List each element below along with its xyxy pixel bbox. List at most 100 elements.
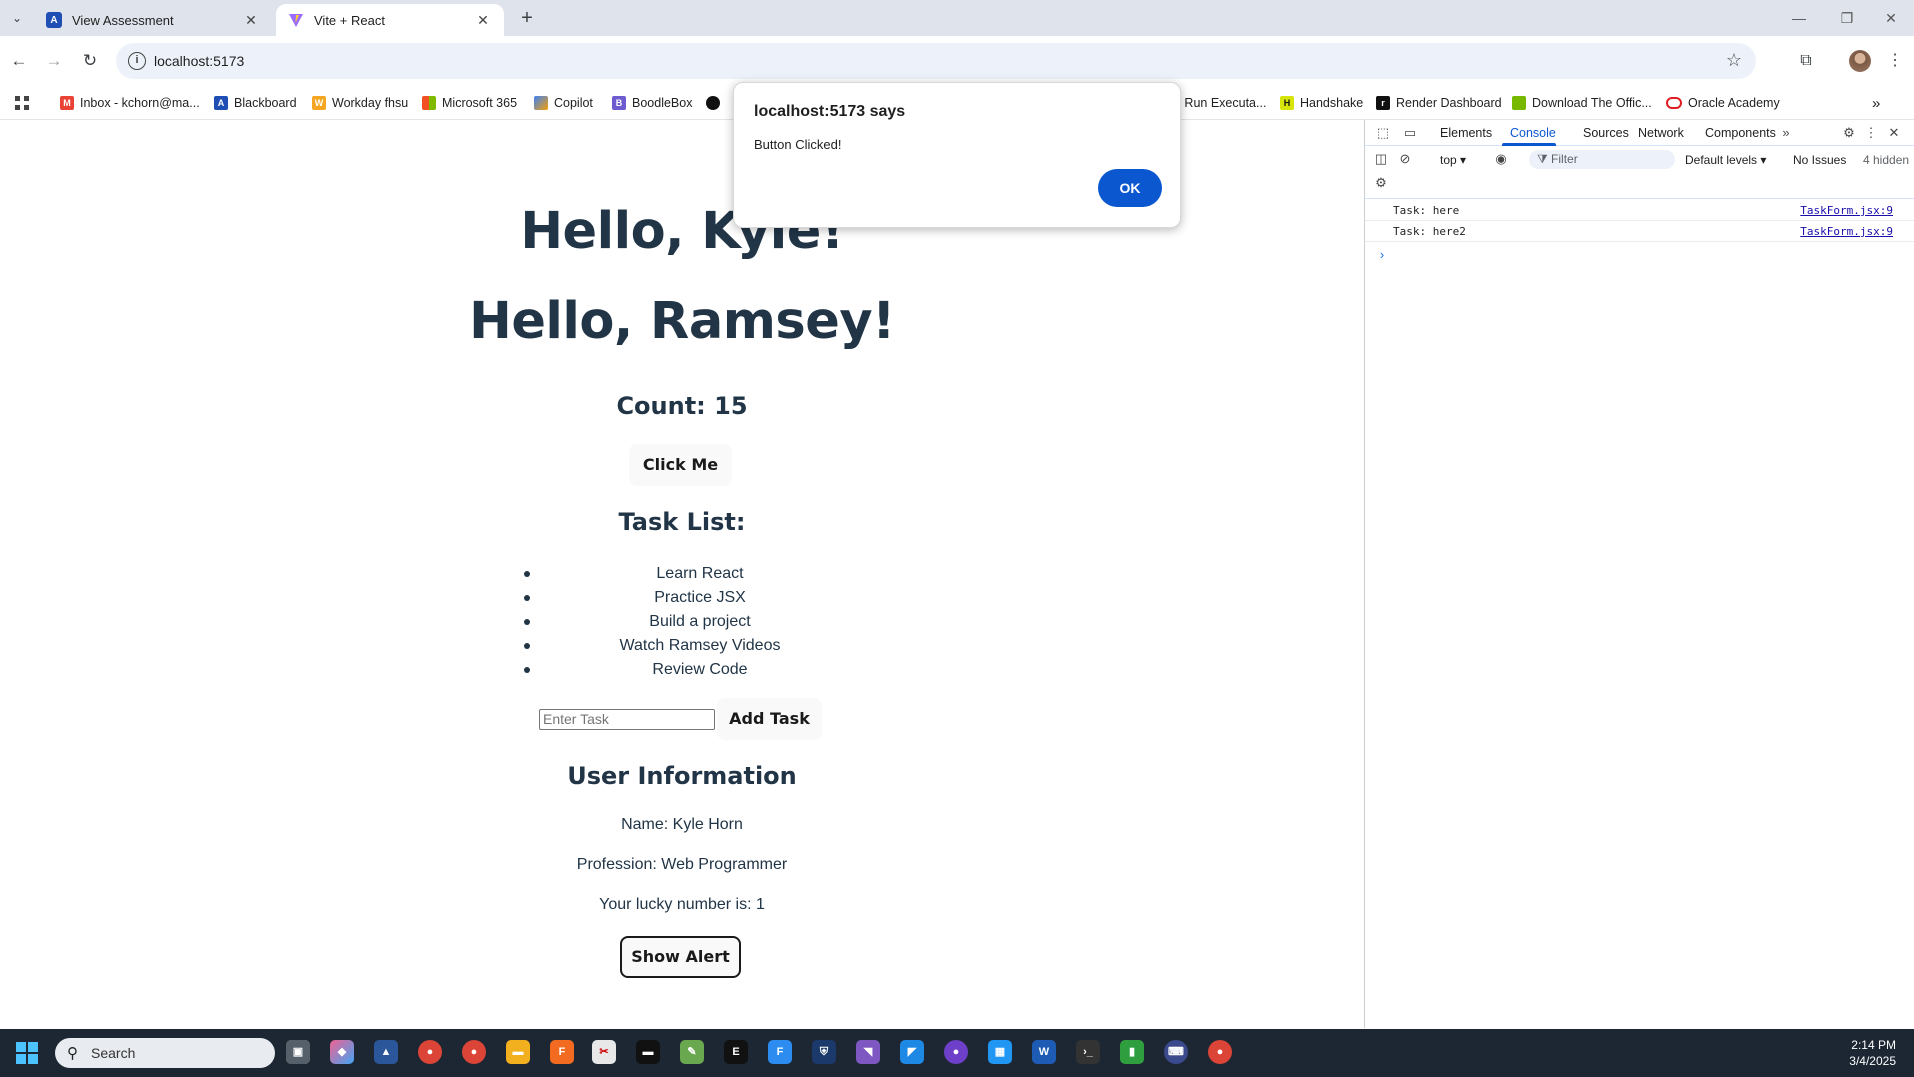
reload-icon[interactable]: ↻ — [77, 48, 103, 74]
apps-grid-icon[interactable] — [14, 92, 30, 114]
count-heading: Count: 15 — [616, 392, 748, 420]
chrome-active-icon[interactable]: ● — [1208, 1040, 1232, 1064]
bookmark-render[interactable]: r Render Dashboard — [1376, 92, 1502, 114]
tab-vite-react[interactable]: Vite + React ✕ — [276, 4, 504, 36]
tab-view-assessment[interactable]: A View Assessment ✕ — [34, 4, 272, 36]
device-toolbar-icon[interactable]: ▭ — [1401, 124, 1419, 142]
clear-console-icon[interactable]: ⊘ — [1396, 150, 1414, 168]
tab-sources[interactable]: Sources — [1583, 126, 1629, 140]
bookmark-download-office[interactable]: Download The Offic... — [1512, 92, 1652, 114]
photos-icon[interactable]: ▲ — [374, 1040, 398, 1064]
notepad-icon[interactable]: ✎ — [680, 1040, 704, 1064]
close-tab-icon[interactable]: ✕ — [474, 11, 492, 29]
bookmark-blackboard[interactable]: A Blackboard — [214, 92, 297, 114]
close-tab-icon[interactable]: ✕ — [242, 11, 260, 29]
address-url[interactable]: localhost:5173 — [154, 53, 244, 69]
show-alert-button[interactable]: Show Alert — [620, 936, 741, 978]
gmail-icon: M — [60, 96, 74, 110]
bookmark-label: Microsoft 365 — [442, 96, 518, 110]
devtools-menu-icon[interactable]: ⋮ — [1862, 124, 1880, 142]
terminal-app-icon[interactable]: ▬ — [636, 1040, 660, 1064]
bookmark-boodlebox[interactable]: B BoodleBox — [612, 92, 692, 114]
inspect-element-icon[interactable]: ⬚ — [1374, 124, 1392, 142]
blackboard-icon: A — [46, 12, 62, 28]
list-item: Practice JSX — [520, 586, 880, 610]
system-clock[interactable]: 2:14 PM 3/4/2025 — [1849, 1037, 1896, 1069]
epic-games-icon[interactable]: E — [724, 1040, 748, 1064]
ok-button[interactable]: OK — [1098, 169, 1162, 207]
back-arrow-icon[interactable]: ← — [6, 48, 32, 74]
menu-kebab-icon[interactable]: ⋮ — [1882, 48, 1908, 74]
close-window-icon[interactable]: ✕ — [1868, 6, 1914, 30]
console-filter-input[interactable]: ⧩ Filter — [1529, 150, 1675, 169]
log-levels-dropdown[interactable]: Default levels ▾ — [1685, 153, 1766, 167]
list-item: Build a project — [520, 610, 880, 634]
restore-icon[interactable]: ❐ — [1824, 6, 1870, 30]
command-prompt-icon[interactable]: ›_ — [1076, 1040, 1100, 1064]
shield-app-icon[interactable]: ⛨ — [812, 1040, 836, 1064]
bookmark-star-icon[interactable]: ☆ — [1726, 50, 1742, 71]
bookmark-github[interactable] — [706, 92, 720, 114]
bookmark-microsoft-365[interactable]: Microsoft 365 — [422, 92, 517, 114]
snipping-tool-icon[interactable]: ✂ — [592, 1040, 616, 1064]
minecraft-icon[interactable]: ▮ — [1120, 1040, 1144, 1064]
task-input[interactable]: Enter Task — [539, 709, 715, 730]
address-bar[interactable]: i localhost:5173 ☆ — [116, 43, 1756, 79]
list-item: Watch Ramsey Videos — [520, 634, 880, 658]
issues-counter[interactable]: No Issues — [1793, 153, 1846, 167]
office-app-icon[interactable]: F — [550, 1040, 574, 1064]
bookmark-inbox[interactable]: M Inbox - kchorn@ma... — [60, 92, 200, 114]
bookmark-label: Workday fhsu — [332, 96, 409, 110]
sidebar-toggle-icon[interactable]: ◫ — [1372, 150, 1390, 168]
console-prompt-icon[interactable]: › — [1373, 246, 1391, 264]
visual-studio-icon[interactable]: ◥ — [856, 1040, 880, 1064]
tab-elements[interactable]: Elements — [1440, 126, 1492, 140]
forward-arrow-icon[interactable]: → — [41, 48, 67, 74]
log-source-link[interactable]: TaskForm.jsx:9 — [1800, 225, 1893, 238]
file-explorer-icon[interactable]: ▬ — [506, 1040, 530, 1064]
list-item: Learn React — [520, 562, 880, 586]
tab-network[interactable]: Network — [1638, 126, 1684, 140]
task-view-icon[interactable]: ▣ — [286, 1040, 310, 1064]
more-tabs-icon[interactable]: » — [1777, 124, 1795, 142]
eye-icon[interactable]: ◉ — [1492, 150, 1510, 168]
f-app-icon[interactable]: F — [768, 1040, 792, 1064]
bookmark-copilot[interactable]: Copilot — [534, 92, 593, 114]
docker-icon[interactable]: ▦ — [988, 1040, 1012, 1064]
log-message: Task: here — [1393, 204, 1460, 217]
site-info-icon[interactable]: i — [128, 52, 146, 70]
filter-placeholder: Filter — [1551, 152, 1578, 166]
bookmark-handshake[interactable]: H Handshake — [1280, 92, 1363, 114]
bookmark-workday[interactable]: W Workday fhsu — [312, 92, 408, 114]
page-viewport: Hello, Kyle! Hello, Ramsey! Count: 15 Cl… — [0, 120, 1364, 1028]
log-source-link[interactable]: TaskForm.jsx:9 — [1800, 204, 1893, 217]
chrome-profile-icon[interactable]: ● — [462, 1040, 486, 1064]
add-task-button[interactable]: Add Task — [717, 698, 822, 740]
hidden-count: 4 hidden — [1863, 153, 1910, 167]
keyboard-app-icon[interactable]: ⌨ — [1164, 1040, 1188, 1064]
taskbar-search[interactable]: ⚲ Search — [55, 1038, 275, 1068]
more-bookmarks-icon[interactable]: » — [1872, 92, 1880, 114]
avatar[interactable] — [1849, 50, 1871, 72]
bookmark-label: BoodleBox — [632, 96, 693, 110]
windows-start-icon[interactable] — [16, 1042, 38, 1064]
vscode-icon[interactable]: ◤ — [900, 1040, 924, 1064]
close-devtools-icon[interactable]: ✕ — [1885, 124, 1903, 142]
word-icon[interactable]: W — [1032, 1040, 1056, 1064]
bookmark-label: o Run Executa... — [1174, 96, 1267, 110]
minimize-icon[interactable]: — — [1776, 6, 1822, 30]
context-selector[interactable]: top ▾ — [1440, 153, 1466, 167]
extensions-icon[interactable]: ⧉ — [1793, 48, 1819, 74]
new-tab-button[interactable]: + — [514, 6, 540, 32]
github-desktop-icon[interactable]: ● — [944, 1040, 968, 1064]
tab-components[interactable]: Components — [1705, 126, 1776, 140]
bookmark-oracle-academy[interactable]: Oracle Academy — [1666, 92, 1780, 114]
gear-icon[interactable]: ⚙ — [1840, 124, 1858, 142]
tab-search-button[interactable]: ⌄ — [6, 7, 28, 29]
copilot-app-icon[interactable]: ◆ — [330, 1040, 354, 1064]
console-settings-gear-icon[interactable]: ⚙ — [1372, 174, 1390, 192]
chrome-icon[interactable]: ● — [418, 1040, 442, 1064]
bookmark-run-executable[interactable]: o Run Executa... — [1174, 92, 1266, 114]
click-me-button[interactable]: Click Me — [629, 444, 732, 486]
tab-console[interactable]: Console — [1510, 126, 1556, 140]
